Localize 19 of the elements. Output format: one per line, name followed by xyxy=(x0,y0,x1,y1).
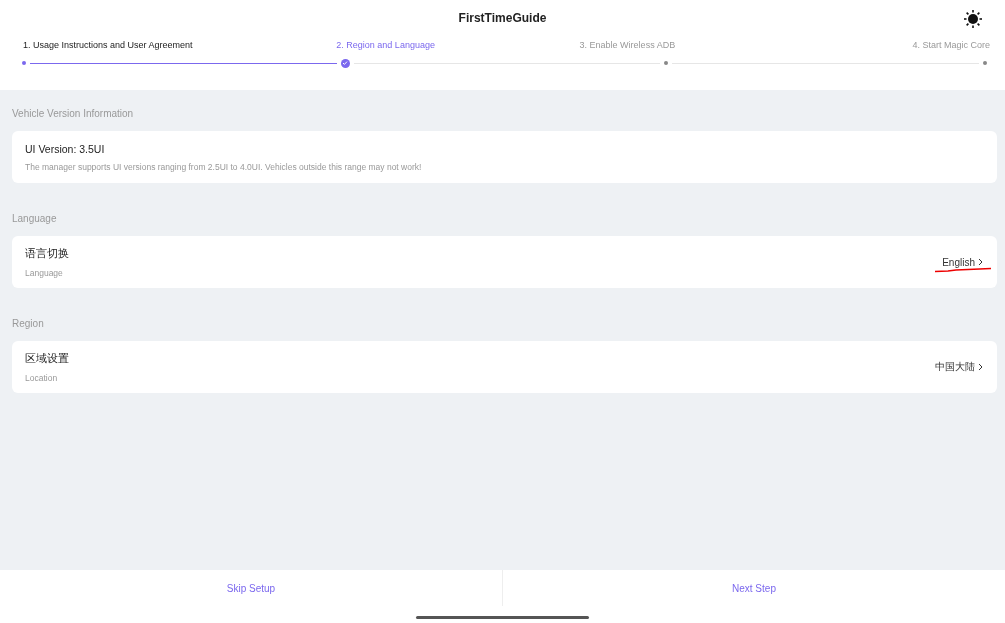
setting-subtitle: Language xyxy=(25,267,64,278)
step-label[interactable]: 2. Region and Language xyxy=(336,40,435,50)
setting-value[interactable]: 中国大陆 xyxy=(935,360,983,374)
setting-title: 区域设置 xyxy=(25,351,69,366)
window-title: FirstTimeGuide xyxy=(458,11,547,25)
chevron-icon xyxy=(978,363,983,371)
section-heading: Language xyxy=(12,213,58,224)
chevron-icon xyxy=(978,258,983,266)
version-description: The manager supports UI versions ranging from 2.5UI to 4.0UI. Vehicles outside this range may not work! xyxy=(25,161,422,172)
setting-subtitle: Location xyxy=(25,372,59,383)
setting-row[interactable]: 语言切换 Language English xyxy=(12,236,997,288)
step-label[interactable]: 1. Usage Instructions and User Agreement xyxy=(23,40,193,50)
section-heading: Vehicle Version Information xyxy=(12,108,135,119)
section-heading: Region xyxy=(12,318,45,329)
setting-title: 语言切换 xyxy=(25,246,69,261)
sun-icon[interactable] xyxy=(963,9,983,29)
setting-value[interactable]: English xyxy=(942,256,983,268)
setting-row[interactable]: 区域设置 Location 中国大陆 xyxy=(12,341,997,393)
version-title: UI Version: 3.5UI xyxy=(25,142,106,155)
